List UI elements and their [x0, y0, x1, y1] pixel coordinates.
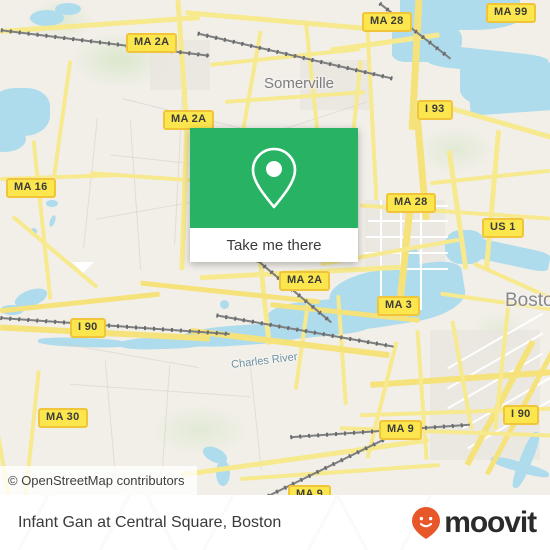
map-shield: MA 9: [379, 420, 423, 440]
take-me-there-button[interactable]: Take me there: [190, 228, 358, 262]
map-shield: MA 30: [38, 408, 88, 428]
map-street: [420, 200, 422, 310]
map-urban-block: [430, 330, 540, 460]
map-shield: MA 3: [377, 296, 421, 316]
map-place-label: Boston: [505, 290, 550, 311]
moovit-wordmark: moovit: [444, 505, 537, 539]
map-shield: MA 9: [288, 485, 332, 495]
osm-attribution-text: © OpenStreetMap contributors: [8, 473, 185, 488]
map-water: [55, 3, 81, 15]
map-canvas[interactable]: MA 2A MA 28 MA 99 MA 2A I 93 MA 16 MA 28 US 1 MA…: [0, 0, 550, 495]
poi-card-header: [190, 128, 358, 228]
poi-title: Infant Gan at Central Square, Boston: [18, 513, 282, 531]
map-shield: MA 2A: [126, 33, 178, 53]
map-water: [216, 460, 230, 486]
poi-card-pointer: [72, 262, 94, 273]
map-shield: MA 2A: [163, 110, 215, 130]
bottom-info-bar: Infant Gan at Central Square, Boston moo…: [0, 495, 550, 550]
moovit-map-screenshot: MA 2A MA 28 MA 99 MA 2A I 93 MA 16 MA 28 US 1 MA…: [0, 0, 550, 550]
map-water: [220, 300, 229, 309]
map-shield: MA 28: [386, 193, 436, 213]
map-shield: MA 16: [6, 178, 56, 198]
map-shield: I 90: [503, 405, 539, 425]
map-shield: I 93: [417, 100, 453, 120]
map-shield: US 1: [482, 218, 524, 238]
osm-attribution[interactable]: © OpenStreetMap contributors: [0, 466, 197, 495]
map-shield: MA 99: [486, 3, 536, 23]
poi-callout-card[interactable]: Take me there: [190, 128, 358, 262]
moovit-pin-smiley-icon: [412, 506, 441, 539]
map-shield: I 90: [70, 318, 106, 338]
map-water: [46, 200, 58, 207]
map-shield: MA 2A: [279, 271, 331, 291]
take-me-there-label: Take me there: [226, 236, 322, 254]
map-shield: MA 28: [362, 12, 412, 32]
map-pin-icon: [251, 147, 297, 209]
moovit-logo[interactable]: moovit: [411, 505, 537, 540]
map-place-label: Somerville: [264, 75, 335, 92]
